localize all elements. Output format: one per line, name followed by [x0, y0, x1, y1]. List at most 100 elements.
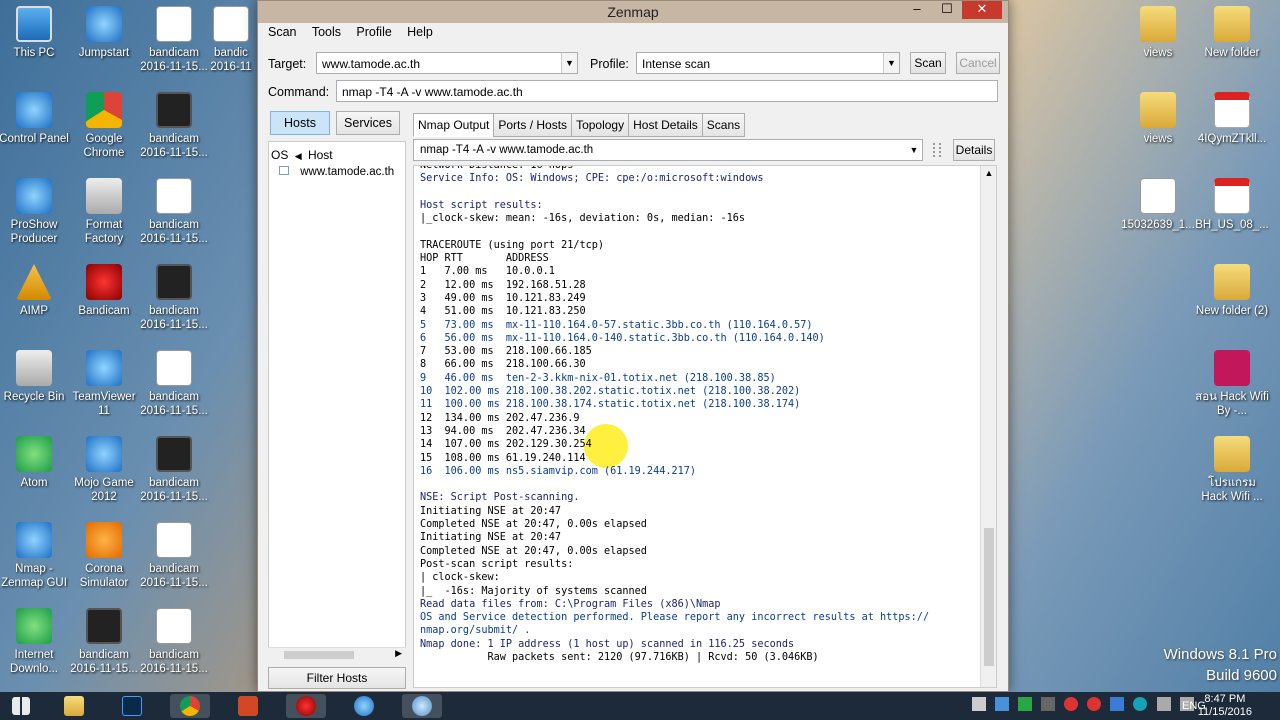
desktop-icon-control-panel[interactable]: Control Panel: [0, 92, 72, 146]
tray-icon-6[interactable]: [1087, 697, 1102, 711]
tray-icon-2[interactable]: [995, 697, 1010, 711]
chevron-down-icon[interactable]: ▼: [883, 53, 899, 73]
scrollbar-thumb[interactable]: [284, 651, 354, 659]
scroll-right-icon[interactable]: ▶: [395, 648, 402, 659]
tab-hosts[interactable]: Hosts: [270, 111, 330, 135]
tray-icon-5[interactable]: [1064, 697, 1079, 711]
nmap-output-text[interactable]: Network Distance: 16 hops Service Info: O…: [413, 165, 997, 688]
taskbar-explorer[interactable]: [54, 694, 94, 718]
tab-services[interactable]: Services: [336, 111, 400, 135]
tray-icon-8[interactable]: [1133, 697, 1148, 711]
os-column-header[interactable]: OS: [271, 148, 288, 162]
desktop-icon-format-factory[interactable]: Format Factory: [66, 178, 142, 246]
audio-file-icon: [156, 522, 192, 558]
desktop-icon-pdf-2[interactable]: BH_US_08_...: [1194, 178, 1270, 232]
desktop-icon-wav-3[interactable]: bandicam 2016-11-15...: [136, 350, 212, 418]
desktop-icon-views-1[interactable]: views: [1120, 6, 1196, 60]
corona-icon: [86, 522, 122, 558]
desktop-icon-chrome[interactable]: Google Chrome: [66, 92, 142, 160]
menu-profile[interactable]: Profile: [356, 25, 391, 39]
menu-scan[interactable]: Scan: [268, 25, 297, 39]
clock[interactable]: 8:47 PM 11/15/2016: [1198, 693, 1252, 719]
desktop-icon-this-pc[interactable]: This PC: [0, 6, 72, 60]
desktop-icon-teamviewer[interactable]: TeamViewer 11: [66, 350, 142, 418]
tray-icon-1[interactable]: [972, 697, 986, 711]
desktop-icon-wav-5[interactable]: bandicam 2016-11-15...: [136, 608, 212, 676]
scroll-up-icon[interactable]: ▲: [981, 168, 996, 178]
tab-host-details[interactable]: Host Details: [628, 113, 703, 137]
image-file-icon: [1140, 178, 1176, 214]
desktop-icon-pdf-1[interactable]: 4IQymZTkll...: [1194, 92, 1270, 146]
tray-icon-7[interactable]: [1110, 697, 1125, 711]
tab-scans[interactable]: Scans: [701, 113, 746, 137]
desktop-icon-wav-4[interactable]: bandicam 2016-11-15...: [136, 522, 212, 590]
chrome-icon: [180, 696, 200, 716]
desktop-icon-hack-wifi-video[interactable]: สอน Hack Wifi By -...: [1194, 350, 1270, 418]
tab-nmap-output[interactable]: Nmap Output: [413, 113, 495, 137]
desktop-icon-corona[interactable]: Corona Simulator: [66, 522, 142, 590]
close-button[interactable]: ✕: [962, 1, 1002, 19]
tray-icon-4[interactable]: [1041, 697, 1056, 711]
desktop-icon-idm[interactable]: Internet Downlo...: [0, 608, 72, 676]
menu-help[interactable]: Help: [407, 25, 433, 39]
profile-combobox[interactable]: Intense scan ▼: [636, 52, 900, 74]
desktop-icon-bandicam-file[interactable]: bandicam 2016-11-15...: [66, 608, 142, 676]
chevron-down-icon[interactable]: ▼: [906, 140, 922, 160]
tab-topology[interactable]: Topology: [571, 113, 630, 137]
maximize-button[interactable]: ☐: [932, 1, 962, 19]
taskbar-internet-explorer[interactable]: [344, 694, 384, 718]
taskbar: ENG 8:47 PM 11/15/2016: [0, 692, 1280, 720]
desktop-icon-mojo-game[interactable]: Mojo Game 2012: [66, 436, 142, 504]
output-line: Completed NSE at 20:47, 0.00s elapsed: [420, 519, 647, 531]
desktop-icon-zenmap[interactable]: Nmap - Zenmap GUI: [0, 522, 72, 590]
desktop-icon-wav-1[interactable]: bandicam 2016-11-15...: [136, 6, 212, 74]
output-scrollbar[interactable]: ▲: [980, 166, 996, 687]
taskbar-bandicam[interactable]: [286, 694, 326, 718]
desktop-icon-new-folder-2[interactable]: New folder (2): [1194, 264, 1270, 318]
desktop-icon-new-folder[interactable]: New folder: [1194, 6, 1270, 60]
desktop-icon-cam-3[interactable]: bandicam 2016-11-15...: [136, 436, 212, 504]
desktop-icon-aimp[interactable]: AIMP: [0, 264, 72, 318]
taskbar-zenmap[interactable]: [402, 694, 442, 718]
host-row[interactable]: www.tamode.ac.th: [279, 166, 394, 178]
host-list-scrollbar[interactable]: ▶: [268, 647, 406, 661]
desktop-icon-cam-1[interactable]: bandicam 2016-11-15...: [136, 92, 212, 160]
desktop-icon-jumpstart[interactable]: Jumpstart: [66, 6, 142, 60]
output-line: HOP RTT ADDRESS: [420, 253, 549, 265]
tab-ports-hosts[interactable]: Ports / Hosts: [493, 113, 573, 137]
desktop-icon-atom[interactable]: Atom: [0, 436, 72, 490]
output-tabs: Nmap Output Ports / Hosts Topology Host Det…: [413, 113, 746, 137]
desktop-icon-bandicam[interactable]: Bandicam: [66, 264, 142, 318]
command-input[interactable]: nmap -T4 -A -v www.tamode.ac.th: [336, 80, 998, 102]
network-icon[interactable]: [1156, 697, 1171, 711]
tray-icon-3[interactable]: [1018, 697, 1033, 711]
taskbar-chrome[interactable]: [170, 694, 210, 718]
desktop-icon-wav-2[interactable]: bandicam 2016-11-15...: [136, 178, 212, 246]
desktop-icon-proshow[interactable]: ProShow Producer: [0, 178, 72, 246]
output-line: nmap.org/submit/ .: [420, 625, 531, 637]
desktop-icon-wav-partial[interactable]: bandic 2016-11: [206, 6, 256, 74]
host-column-header[interactable]: Host: [308, 148, 333, 162]
grip-handle-icon[interactable]: [933, 143, 941, 157]
scan-selector[interactable]: nmap -T4 -A -v www.tamode.ac.th ▼: [413, 139, 923, 161]
desktop-icon-cam-2[interactable]: bandicam 2016-11-15...: [136, 264, 212, 332]
start-button[interactable]: [2, 694, 42, 718]
taskbar-powerpoint[interactable]: [228, 694, 268, 718]
chevron-down-icon[interactable]: ▼: [561, 53, 577, 73]
cancel-button[interactable]: Cancel: [956, 52, 1000, 74]
minimize-button[interactable]: –: [902, 1, 932, 19]
desktop-icon-hack-wifi-folder[interactable]: โปรแกรม Hack Wifi ...: [1194, 436, 1270, 504]
desktop-icon-views-2[interactable]: views: [1120, 92, 1196, 146]
filter-hosts-button[interactable]: Filter Hosts: [268, 667, 406, 689]
scan-button[interactable]: Scan: [910, 52, 946, 74]
menu-tools[interactable]: Tools: [312, 25, 341, 39]
desktop-icon-recycle-bin[interactable]: Recycle Bin: [0, 350, 72, 404]
details-button[interactable]: Details: [953, 139, 995, 161]
taskbar-photoshop[interactable]: [112, 694, 152, 718]
clock-time: 8:47 PM: [1204, 693, 1246, 705]
desktop-icon-image-file[interactable]: 15032639_1...: [1120, 178, 1196, 232]
zenmap-window: Zenmap – ☐ ✕ Scan Tools Profile Help Tar…: [257, 0, 1009, 692]
target-combobox[interactable]: www.tamode.ac.th ▼: [316, 52, 578, 74]
pdf-file-icon: [1214, 178, 1250, 214]
scrollbar-thumb[interactable]: [984, 528, 994, 666]
